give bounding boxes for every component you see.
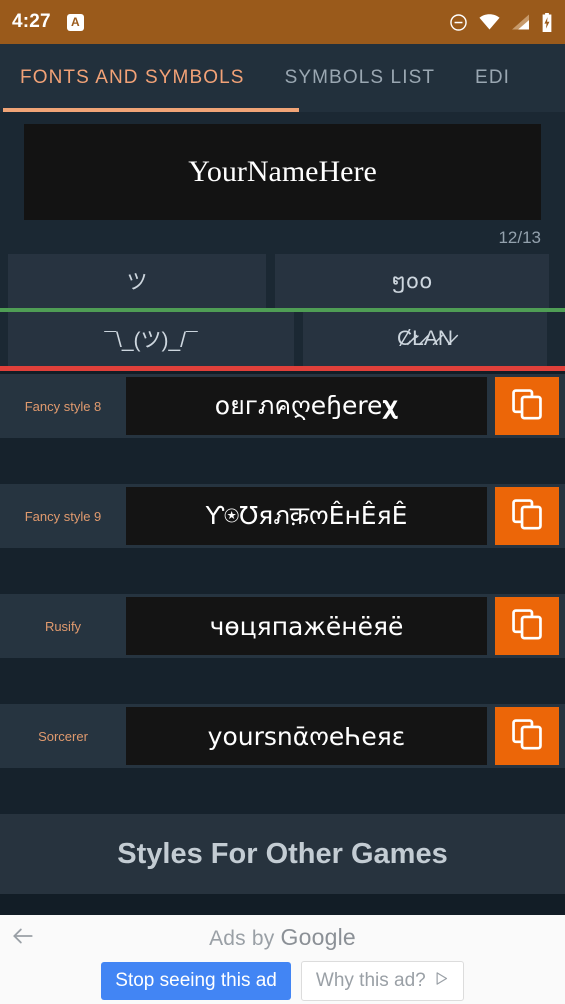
style-row[interactable]: Fancy style 8 οยгภคღeɧere𝛘 xyxy=(0,374,565,438)
tab-active-indicator xyxy=(3,108,299,112)
tab-editor[interactable]: EDI xyxy=(455,44,530,112)
copy-button[interactable] xyxy=(495,707,559,765)
status-bar: 4:27 A xyxy=(0,0,565,44)
style-row[interactable]: Sorcerer yoursnᾱოeҺeяɛ xyxy=(0,704,565,768)
copy-button[interactable] xyxy=(495,377,559,435)
symbol-tile-4[interactable]: Ȼ̷Ł̷A̷N̷ xyxy=(303,312,547,366)
ad-header: Ads by Google xyxy=(0,915,565,959)
row-spacer xyxy=(0,548,565,594)
stop-seeing-this-ad-button[interactable]: Stop seeing this ad xyxy=(101,962,291,1000)
copy-button[interactable] xyxy=(495,487,559,545)
cell-signal-icon xyxy=(511,14,530,30)
ads-by-google-label: Ads by Google xyxy=(0,924,565,951)
symbol-tile-row-2: ¯\_(ツ)_/¯ Ȼ̷Ł̷A̷N̷ xyxy=(0,312,565,366)
name-input-container: YourNameHere xyxy=(0,112,565,220)
style-label: Fancy style 8 xyxy=(0,374,126,438)
symbol-tile-1[interactable]: ツ xyxy=(8,254,266,308)
tab-bar: FONTS AND SYMBOLS SYMBOLS LIST EDI xyxy=(0,44,565,112)
do-not-disturb-icon xyxy=(449,13,468,32)
copy-button[interactable] xyxy=(495,597,559,655)
style-label: Rusify xyxy=(0,594,126,658)
main-content: YourNameHere 12/13 ツ ໆ໐໐ ¯\_(ツ)_/¯ Ȼ̷Ł̷A… xyxy=(0,112,565,894)
symbol-tile-3[interactable]: ¯\_(ツ)_/¯ xyxy=(8,312,294,366)
style-label: Fancy style 9 xyxy=(0,484,126,548)
copy-icon xyxy=(510,497,544,536)
why-this-ad-button[interactable]: Why this ad? xyxy=(300,961,464,1001)
app-root: 4:27 A FONTS AND SYMBOLS SYMBOLS LIST ED… xyxy=(0,0,565,1004)
symbol-tile-2[interactable]: ໆ໐໐ xyxy=(275,254,549,308)
wifi-icon xyxy=(479,14,500,30)
ad-banner: Ads by Google Stop seeing this ad Why th… xyxy=(0,915,565,1004)
other-games-header[interactable]: Styles For Other Games xyxy=(0,814,565,894)
tab-symbols-list[interactable]: SYMBOLS LIST xyxy=(265,44,455,112)
symbol-tile-row-1: ツ ໆ໐໐ xyxy=(0,254,565,308)
copy-icon xyxy=(510,387,544,426)
app-notification-icon: A xyxy=(66,13,84,31)
style-row[interactable]: Fancy style 9 Ƴ⍟Ʊяภक़ოÊнÊяÊ xyxy=(0,484,565,548)
tab-fonts-and-symbols[interactable]: FONTS AND SYMBOLS xyxy=(0,44,265,112)
google-wordmark: Google xyxy=(280,923,356,950)
style-value[interactable]: yoursnᾱოeҺeяɛ xyxy=(126,707,487,765)
row-spacer xyxy=(0,438,565,484)
style-value[interactable]: Ƴ⍟Ʊяภक़ოÊнÊяÊ xyxy=(126,487,487,545)
row-spacer xyxy=(0,658,565,704)
status-bar-icons xyxy=(449,12,553,32)
name-input[interactable]: YourNameHere xyxy=(24,124,541,220)
battery-charging-icon xyxy=(541,12,553,32)
row-spacer xyxy=(0,768,565,814)
style-value[interactable]: чөцяпажёнёяё xyxy=(126,597,487,655)
character-counter: 12/13 xyxy=(0,220,565,254)
ads-by-prefix: Ads by xyxy=(209,926,281,950)
style-value[interactable]: οยгภคღeɧere𝛘 xyxy=(126,377,487,435)
copy-icon xyxy=(510,717,544,756)
back-arrow-icon[interactable] xyxy=(10,923,36,949)
ad-actions: Stop seeing this ad Why this ad? xyxy=(101,961,464,1001)
style-label: Sorcerer xyxy=(0,704,126,768)
play-triangle-icon xyxy=(434,970,449,992)
status-bar-clock: 4:27 xyxy=(12,11,51,32)
copy-icon xyxy=(510,607,544,646)
why-this-ad-label: Why this ad? xyxy=(315,970,426,991)
style-row[interactable]: Rusify чөцяпажёнёяё xyxy=(0,594,565,658)
